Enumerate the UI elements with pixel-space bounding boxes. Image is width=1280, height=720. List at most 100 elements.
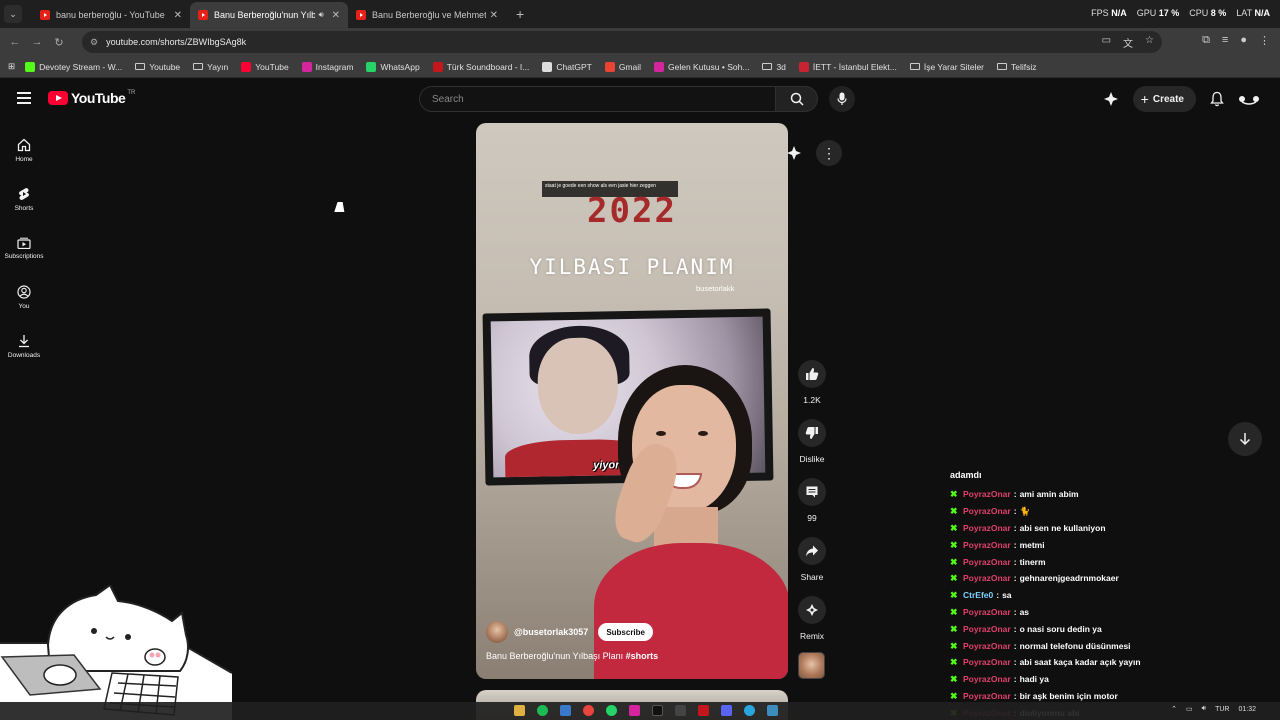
browser-tab[interactable]: Banu Berberoğlu ve Mehmet ile ✕ [348,2,506,28]
bookmark-item[interactable]: ChatGPT [542,61,592,72]
screen: ⌄ banu berberoğlu - YouTube ✕ Banu Berbe… [0,0,1280,720]
instagram-icon [654,61,665,72]
outlook-icon[interactable] [560,705,571,716]
bookmark-item[interactable]: Telifsiz [997,62,1037,72]
next-video-button[interactable] [1228,422,1262,456]
iett-icon [798,61,809,72]
address-bar[interactable]: ⚙︎ youtube.com/shorts/ZBWIbgSAg8k ▭ 文 ☆ [82,31,1162,53]
kick-badge-icon: ✖ [950,489,958,500]
remix-sparkle-icon[interactable] [786,145,802,161]
chat-separator: : [1013,657,1017,668]
like-action[interactable]: 1.2K [795,360,829,405]
bookmark-item[interactable]: Devotey Stream - W... [25,61,122,72]
youtube-logo[interactable]: YouTube TR [48,90,135,106]
tab-search-chevron-icon[interactable]: ⌄ [4,5,22,23]
bookmark-item[interactable]: İETT - İstanbul Elekt... [798,61,897,72]
browser-tab[interactable]: banu berberoğlu - YouTube ✕ [32,2,190,28]
browser-icon[interactable] [744,705,755,716]
chat-username: PoyrazOnar [963,674,1011,685]
short-top-controls: ⋮ [786,140,842,166]
bookmark-item[interactable]: Gelen Kutusu • Soh... [654,61,749,72]
create-button[interactable]: + Create [1132,86,1196,112]
bookmark-item[interactable]: WhatsApp [366,61,420,72]
bookmark-item[interactable]: Gmail [604,61,641,72]
browser-toolbar: ← → ↻ ⚙︎ youtube.com/shorts/ZBWIbgSAg8k … [0,28,1280,56]
reading-list-icon[interactable]: ≡ [1222,34,1228,47]
channel-avatar[interactable] [486,621,508,643]
nav-item-downloads[interactable]: Downloads [0,322,48,371]
discord-icon[interactable] [721,705,732,716]
forward-arrow-icon[interactable]: → [26,36,48,48]
apps-grid-icon[interactable]: ⊞ [8,61,15,72]
account-avatar-icon[interactable] [1238,92,1260,106]
volume-icon[interactable]: 🔊︎ [1202,705,1206,713]
kick-badge-icon: ✖ [950,539,958,550]
search-input[interactable]: Search [419,86,776,112]
remix-action[interactable]: Remix [795,596,829,641]
browser-tab-active[interactable]: Banu Berberoğlu'nun Yılbaşı 🔊︎ ✕ [190,2,348,28]
nav-label: Subscriptions [4,253,44,260]
chat-username: PoyrazOnar [963,657,1011,668]
gmail-icon [604,61,615,72]
search-button[interactable] [776,86,818,112]
comments-action[interactable]: 99 [795,478,829,523]
nav-item-you[interactable]: You [0,273,48,322]
new-tab-button[interactable]: + [516,6,524,22]
spotify-icon[interactable] [537,705,548,716]
tiktok-icon[interactable] [652,705,663,716]
close-tab-icon[interactable]: ✕ [332,10,340,21]
bookmark-item[interactable]: Youtube [135,62,180,72]
whatsapp-icon[interactable] [606,705,617,716]
clock[interactable]: 01:32 [1238,706,1256,713]
bookmark-star-icon[interactable]: ☆ [1145,35,1154,50]
remix-sparkle-icon[interactable] [1103,91,1119,107]
chat-header-message: adamdı [950,470,982,480]
bookmark-item[interactable]: Türk Soundboard - I... [432,61,529,72]
bookmark-item[interactable]: 3d [762,62,786,72]
close-tab-icon[interactable]: ✕ [490,10,498,21]
bookmark-item[interactable]: Yayın [193,62,228,72]
extensions-icon[interactable]: ⧉ [1202,34,1210,47]
bookmark-item[interactable]: Instagram [301,61,353,72]
chat-message: ✖ PoyrazOnar: o nasi soru dedin ya [950,620,1280,637]
app-icon[interactable] [767,705,778,716]
chrome-icon[interactable] [583,705,594,716]
bookmark-item[interactable]: YouTube [241,61,289,72]
speaker-icon[interactable]: 🔊︎ [319,10,324,20]
back-arrow-icon[interactable]: ← [4,36,26,48]
share-action[interactable]: Share [795,537,829,582]
menu-hamburger-icon[interactable] [17,92,31,104]
bookmark-label: ChatGPT [556,61,592,72]
tray-chevron-icon[interactable]: ⌃ [1171,705,1177,713]
instagram-icon[interactable] [629,705,640,716]
short-metadata: @busetorlak3057 Subscribe Banu Berberoğl… [486,621,776,661]
channel-handle[interactable]: @busetorlak3057 [514,627,588,637]
stat-fps: FPS N/A [1091,8,1127,18]
app-icon[interactable] [675,705,686,716]
more-options-icon[interactable]: ⋮ [816,140,842,166]
voice-search-button[interactable] [829,86,855,112]
file-explorer-icon[interactable] [514,705,525,716]
bookmark-item[interactable]: İşe Yarar Siteler [909,62,984,72]
youtube-header: YouTube TR Search + Create [0,80,1280,118]
subscribe-button[interactable]: Subscribe [598,623,653,641]
network-icon[interactable]: ▭ [1186,705,1193,713]
browser-menu-icon[interactable]: ⋮ [1259,34,1270,47]
site-info-icon[interactable]: ⚙︎ [90,37,98,48]
nav-item-subscriptions[interactable]: Subscriptions [0,224,48,273]
short-hashtag[interactable]: #shorts [626,651,659,661]
nav-item-home[interactable]: Home [0,126,48,175]
notifications-bell-icon[interactable] [1210,91,1224,107]
dislike-action[interactable]: Dislike [795,419,829,464]
sound-source-thumbnail[interactable] [798,652,825,679]
reload-icon[interactable]: ↻ [48,36,70,49]
language-indicator[interactable]: TUR [1215,706,1229,713]
close-tab-icon[interactable]: ✕ [174,10,182,21]
nav-item-shorts[interactable]: Shorts [0,175,48,224]
app-icon[interactable] [698,705,709,716]
shorts-video-player[interactable]: staat je goede een show als een jasie hi… [476,123,788,679]
translate-icon[interactable]: 文 [1123,35,1133,50]
profile-icon[interactable]: ● [1240,34,1247,47]
cast-icon[interactable]: ▭ [1102,35,1111,50]
bookmark-label: Telifsiz [1011,61,1037,72]
